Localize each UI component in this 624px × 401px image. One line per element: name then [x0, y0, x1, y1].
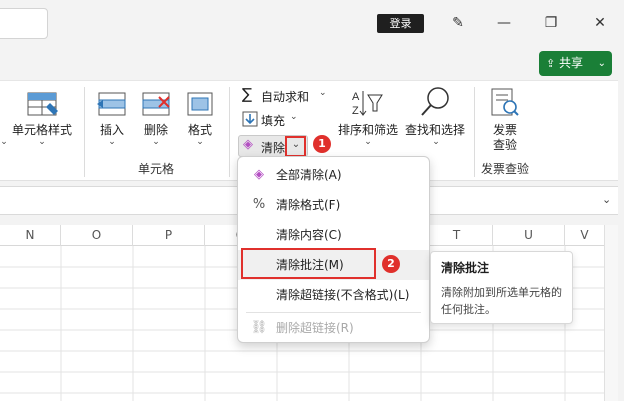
highlight-box-clear-chevron: [285, 136, 306, 157]
chevron-down-icon: ⌄: [319, 88, 327, 98]
fill-button[interactable]: 填充 ⌄: [240, 109, 320, 129]
share-button[interactable]: ⇪ 共享 ⌄: [539, 51, 612, 76]
column-header-n[interactable]: N: [0, 225, 61, 246]
delete-label[interactable]: 删除: [138, 121, 174, 138]
column-header-t[interactable]: T: [421, 225, 493, 246]
chevron-down-icon: ⌄: [597, 58, 606, 69]
clear-label: 清除: [261, 141, 286, 155]
group-separator: [474, 87, 475, 177]
step-badge-1: 1: [313, 135, 331, 153]
cell-style-label[interactable]: 单元格样式: [6, 121, 78, 138]
highlight-box-clear-comments: [241, 248, 376, 279]
menu-item-remove-hyperlinks: ⛓ 删除超链接(R): [238, 313, 429, 343]
percent-eraser-icon: %: [252, 197, 266, 212]
svg-text:A: A: [352, 91, 360, 103]
chevron-down-icon: ⌄: [364, 137, 372, 147]
tooltip: 清除批注 清除附加到所选单元格的任何批注。: [430, 251, 573, 324]
eraser-icon: ◈: [254, 167, 264, 182]
sort-filter-label[interactable]: 排序和筛选: [335, 121, 401, 138]
tooltip-title: 清除批注: [441, 261, 490, 275]
column-header-v[interactable]: V: [565, 225, 604, 246]
share-label: 共享: [559, 56, 584, 70]
menu-item-clear-formats[interactable]: % 清除格式(F): [238, 190, 429, 220]
menu-item-clear-hyperlinks[interactable]: 清除超链接(不含格式)(L): [238, 280, 429, 310]
format-cells-icon[interactable]: [184, 89, 216, 119]
pen-icon[interactable]: ✎: [446, 11, 470, 35]
minimize-icon[interactable]: —: [492, 11, 516, 35]
share-icon: ⇪: [546, 57, 556, 70]
invoice-check-icon[interactable]: [488, 87, 522, 119]
invoice-group-label: 发票查验: [480, 162, 529, 176]
tooltip-description: 清除附加到所选单元格的任何批注。: [441, 286, 562, 316]
search-box[interactable]: [0, 8, 48, 39]
chevron-down-icon: ⌄: [0, 137, 8, 147]
chevron-down-icon: ⌄: [108, 137, 116, 147]
group-separator: [84, 87, 85, 177]
cells-group-label: 单元格: [137, 162, 174, 176]
restore-icon[interactable]: ❐: [539, 11, 563, 35]
cell-style-icon[interactable]: [20, 89, 62, 123]
find-select-label[interactable]: 查找和选择: [403, 121, 467, 138]
group-separator: [229, 87, 230, 177]
chevron-down-icon: ⌄: [290, 112, 298, 122]
svg-text:Z: Z: [352, 105, 359, 117]
format-label[interactable]: 格式: [182, 121, 218, 138]
sort-filter-icon[interactable]: A Z: [350, 87, 386, 119]
insert-cells-icon[interactable]: [95, 89, 129, 119]
column-header-p[interactable]: P: [133, 225, 205, 246]
autosum-label: 自动求和: [261, 90, 310, 104]
step-badge-2: 2: [382, 255, 400, 273]
chevron-down-icon: ⌄: [152, 137, 160, 147]
chevron-down-icon: ⌄: [196, 137, 204, 147]
column-header-u[interactable]: U: [493, 225, 565, 246]
find-select-icon[interactable]: [418, 85, 452, 119]
unlink-icon: ⛓: [250, 320, 268, 335]
vertical-scrollbar[interactable]: [604, 225, 618, 401]
title-bar: [0, 0, 624, 46]
fill-label: 填充: [261, 114, 286, 128]
sigma-icon: ∑: [242, 85, 253, 103]
invoice-line2[interactable]: 查验: [485, 136, 525, 153]
delete-cells-icon[interactable]: [139, 89, 173, 119]
chevron-down-icon: ⌄: [38, 137, 46, 147]
menu-item-clear-contents[interactable]: 清除内容(C): [238, 220, 429, 250]
eraser-icon: ◈: [243, 137, 253, 152]
insert-label[interactable]: 插入: [94, 121, 130, 138]
chevron-down-icon[interactable]: ⌄: [602, 193, 611, 206]
menu-item-label: 清除超链接(不含格式)(L): [276, 288, 410, 302]
menu-item-label: 删除超链接(R): [276, 321, 354, 335]
chevron-down-icon: ⌄: [432, 137, 440, 147]
fill-down-icon: [242, 111, 258, 127]
autosum-button[interactable]: ∑ 自动求和 ⌄: [240, 85, 335, 105]
column-header-o[interactable]: O: [61, 225, 133, 246]
menu-item-label: 清除格式(F): [276, 198, 341, 212]
menu-item-clear-all[interactable]: ◈ 全部清除(A): [238, 160, 429, 190]
close-icon[interactable]: ✕: [588, 11, 612, 35]
menu-item-label: 全部清除(A): [276, 168, 342, 182]
menu-item-label: 清除内容(C): [276, 228, 342, 242]
login-button[interactable]: 登录: [377, 14, 424, 33]
